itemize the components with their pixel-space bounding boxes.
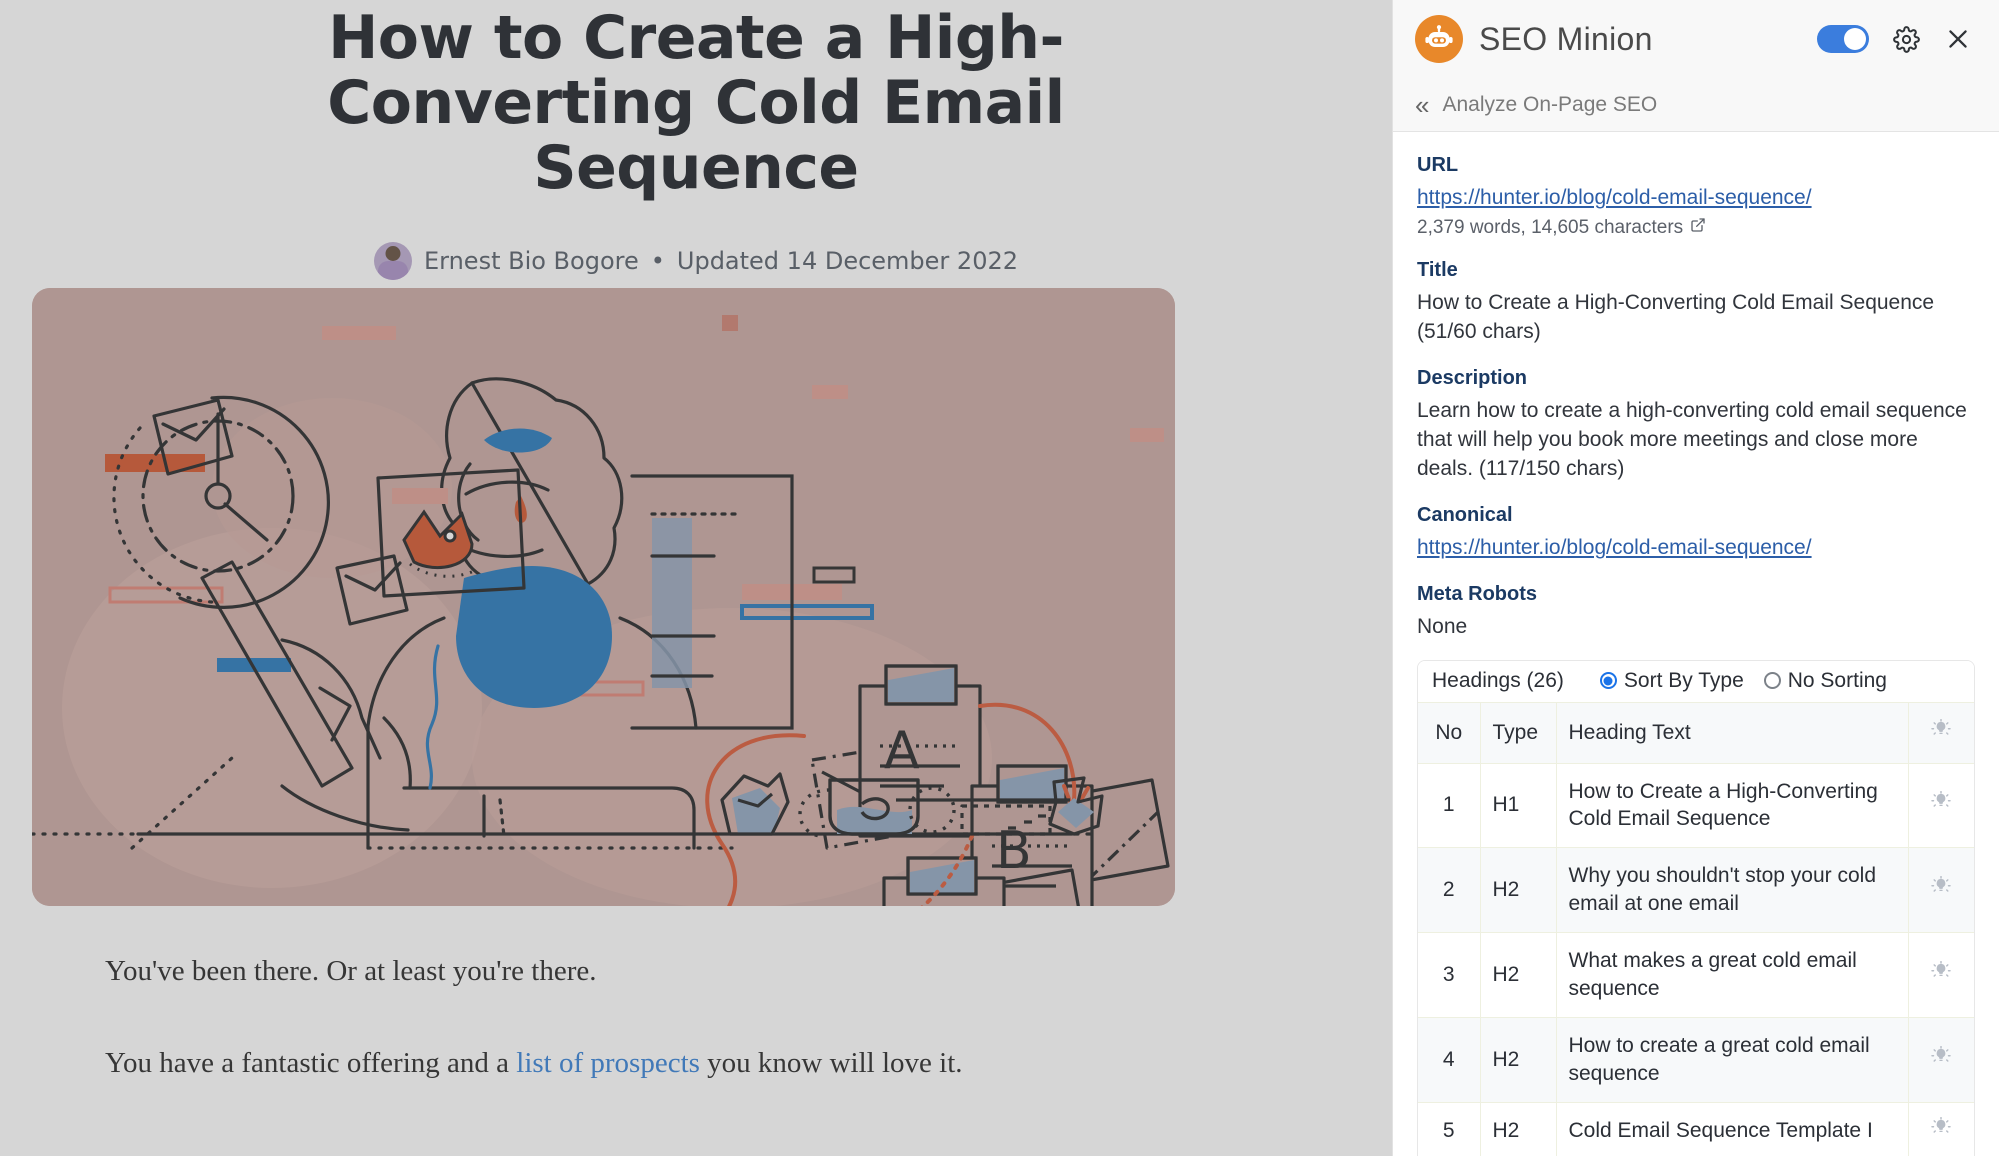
table-row[interactable]: 2 H2 Why you shouldn't stop your cold em… [1418, 847, 1974, 933]
lightbulb-icon[interactable] [1930, 791, 1952, 819]
row-highlight-action[interactable] [1908, 932, 1974, 1018]
radio-label-no-sorting: No Sorting [1787, 668, 1887, 692]
radio-sort-by-type[interactable]: Sort By Type [1599, 668, 1744, 693]
double-chevron-left-icon[interactable]: « [1415, 92, 1430, 118]
row-no: 1 [1418, 762, 1481, 848]
row-heading-text: Cold Email Sequence Template I [1556, 1101, 1909, 1156]
title-field-group: Title How to Create a High-Converting Co… [1417, 259, 1975, 347]
row-no: 2 [1418, 847, 1481, 933]
panel-brand-title: SEO Minion [1479, 20, 1653, 57]
hero-illustration: A B [32, 288, 1175, 906]
table-row[interactable]: 4 H2 How to create a great cold email se… [1418, 1017, 1974, 1103]
author-name: Ernest Bio Bogore [423, 247, 639, 276]
canonical-field-group: Canonical https://hunter.io/blog/cold-em… [1417, 504, 1975, 562]
headings-table-head: No Type Heading Text [1418, 701, 1974, 763]
url-stats: 2,379 words, 14,605 characters [1417, 217, 1975, 239]
breadcrumb: Analyze On-Page SEO [1442, 92, 1658, 116]
canonical-label: Canonical [1417, 504, 1513, 527]
panel-header-actions [1817, 24, 1973, 54]
headings-toolbar: Headings (26) Sort By Type No Sorting [1418, 660, 1974, 702]
avatar [373, 242, 412, 281]
row-heading-text: How to Create a High-Converting Cold Ema… [1556, 762, 1909, 848]
close-icon[interactable] [1943, 24, 1973, 54]
byline-separator: • [650, 247, 665, 276]
lightbulb-icon[interactable] [1930, 718, 1952, 747]
radio-no-sorting[interactable]: No Sorting [1763, 668, 1887, 693]
panel-body: URL https://hunter.io/blog/cold-email-se… [1393, 132, 1999, 642]
url-value-link[interactable]: https://hunter.io/blog/cold-email-sequen… [1417, 184, 1975, 212]
table-row[interactable]: 5 H2 Cold Email Sequence Template I [1418, 1101, 1974, 1156]
article-body: You've been there. Or at least you're th… [0, 950, 1392, 1133]
row-heading-text: What makes a great cold email sequence [1556, 932, 1909, 1018]
paragraph-2-before: You have a fantastic offering and a [105, 1046, 517, 1079]
sort-options: Sort By Type No Sorting [1599, 668, 1887, 693]
column-header-heading-text: Heading Text [1556, 701, 1909, 763]
lightbulb-icon[interactable] [1930, 876, 1952, 904]
row-heading-text: How to create a great cold email sequenc… [1556, 1017, 1909, 1103]
canonical-value-link[interactable]: https://hunter.io/blog/cold-email-sequen… [1417, 534, 1975, 562]
radio-indicator-sort-by-type[interactable] [1599, 672, 1617, 689]
row-type: H1 [1480, 762, 1557, 848]
page-title: How to Create a High-Converting Cold Ema… [327, 3, 1065, 203]
headings-count-label: Headings (26) [1432, 668, 1564, 692]
table-row[interactable]: 3 H2 What makes a great cold email seque… [1418, 932, 1974, 1018]
row-type: H2 [1480, 1017, 1557, 1103]
updated-date: Updated 14 December 2022 [676, 247, 1018, 276]
lightbulb-icon[interactable] [1930, 1116, 1952, 1145]
svg-text:A: A [884, 721, 920, 781]
row-highlight-action[interactable] [1908, 847, 1974, 933]
robot-icon [1415, 15, 1463, 63]
headings-section: Headings (26) Sort By Type No Sorting No [1417, 659, 1975, 1156]
row-no: 4 [1418, 1017, 1481, 1103]
byline: Ernest Bio Bogore • Updated 14 December … [0, 242, 1392, 281]
gear-icon[interactable] [1891, 24, 1921, 54]
panel-header: SEO Minion [1393, 0, 1999, 78]
meta-robots-field-group: Meta Robots None [1417, 583, 1975, 642]
row-type: H2 [1480, 847, 1557, 933]
row-no: 3 [1418, 932, 1481, 1018]
article-content: How to Create a High-Converting Cold Ema… [0, 0, 1392, 1079]
table-header-row: No Type Heading Text [1418, 701, 1974, 763]
row-highlight-action[interactable] [1908, 762, 1974, 848]
svg-text:B: B [996, 821, 1032, 881]
column-header-actions [1908, 701, 1974, 763]
panel-breadcrumb-bar: « Analyze On-Page SEO [1393, 78, 1999, 132]
row-highlight-action[interactable] [1908, 1101, 1974, 1156]
meta-robots-label: Meta Robots [1417, 582, 1537, 605]
screen: How to Create a High-Converting Cold Ema… [0, 0, 1999, 1156]
row-type: H2 [1480, 932, 1557, 1018]
list-of-prospects-link[interactable]: list of prospects [516, 1047, 700, 1079]
title-value: How to Create a High-Converting Cold Ema… [1417, 291, 1935, 344]
row-highlight-action[interactable] [1908, 1017, 1974, 1103]
radio-label-sort-by-type: Sort By Type [1623, 668, 1744, 692]
seo-minion-panel: SEO Minion « Analyze On-Page SEO URL htt… [1392, 0, 1999, 1156]
article-page: How to Create a High-Converting Cold Ema… [0, 0, 1392, 1156]
table-row[interactable]: 1 H1 How to Create a High-Converting Col… [1418, 762, 1974, 848]
description-field-group: Description Learn how to create a high-c… [1417, 367, 1975, 484]
lightbulb-icon[interactable] [1930, 1045, 1952, 1074]
paragraph-2-after: you know will love it. [699, 1046, 963, 1079]
description-label: Description [1417, 367, 1528, 390]
row-no: 5 [1418, 1101, 1481, 1156]
external-link-icon[interactable] [1690, 217, 1706, 239]
paragraph-1: You've been there. Or at least you're th… [105, 955, 597, 987]
paragraph-2: You have a fantastic offering and a list… [105, 1042, 1287, 1086]
column-header-type: Type [1480, 701, 1557, 763]
headings-table: No Type Heading Text 1 H1 How to Create … [1418, 701, 1974, 1156]
headings-table-body: 1 H1 How to Create a High-Converting Col… [1418, 762, 1974, 1156]
url-field-group: URL https://hunter.io/blog/cold-email-se… [1417, 154, 1975, 239]
column-header-no: No [1418, 701, 1481, 763]
description-value: Learn how to create a high-converting co… [1417, 399, 1967, 481]
row-heading-text: Why you shouldn't stop your cold email a… [1556, 847, 1909, 933]
lightbulb-icon[interactable] [1930, 960, 1952, 989]
url-label: URL [1417, 154, 1459, 176]
enable-toggle[interactable] [1817, 25, 1869, 53]
meta-robots-value: None [1417, 614, 1468, 638]
url-stats-text: 2,379 words, 14,605 characters [1417, 217, 1684, 239]
row-type: H2 [1480, 1101, 1557, 1156]
title-label: Title [1417, 259, 1458, 282]
radio-indicator-no-sorting[interactable] [1763, 672, 1781, 689]
